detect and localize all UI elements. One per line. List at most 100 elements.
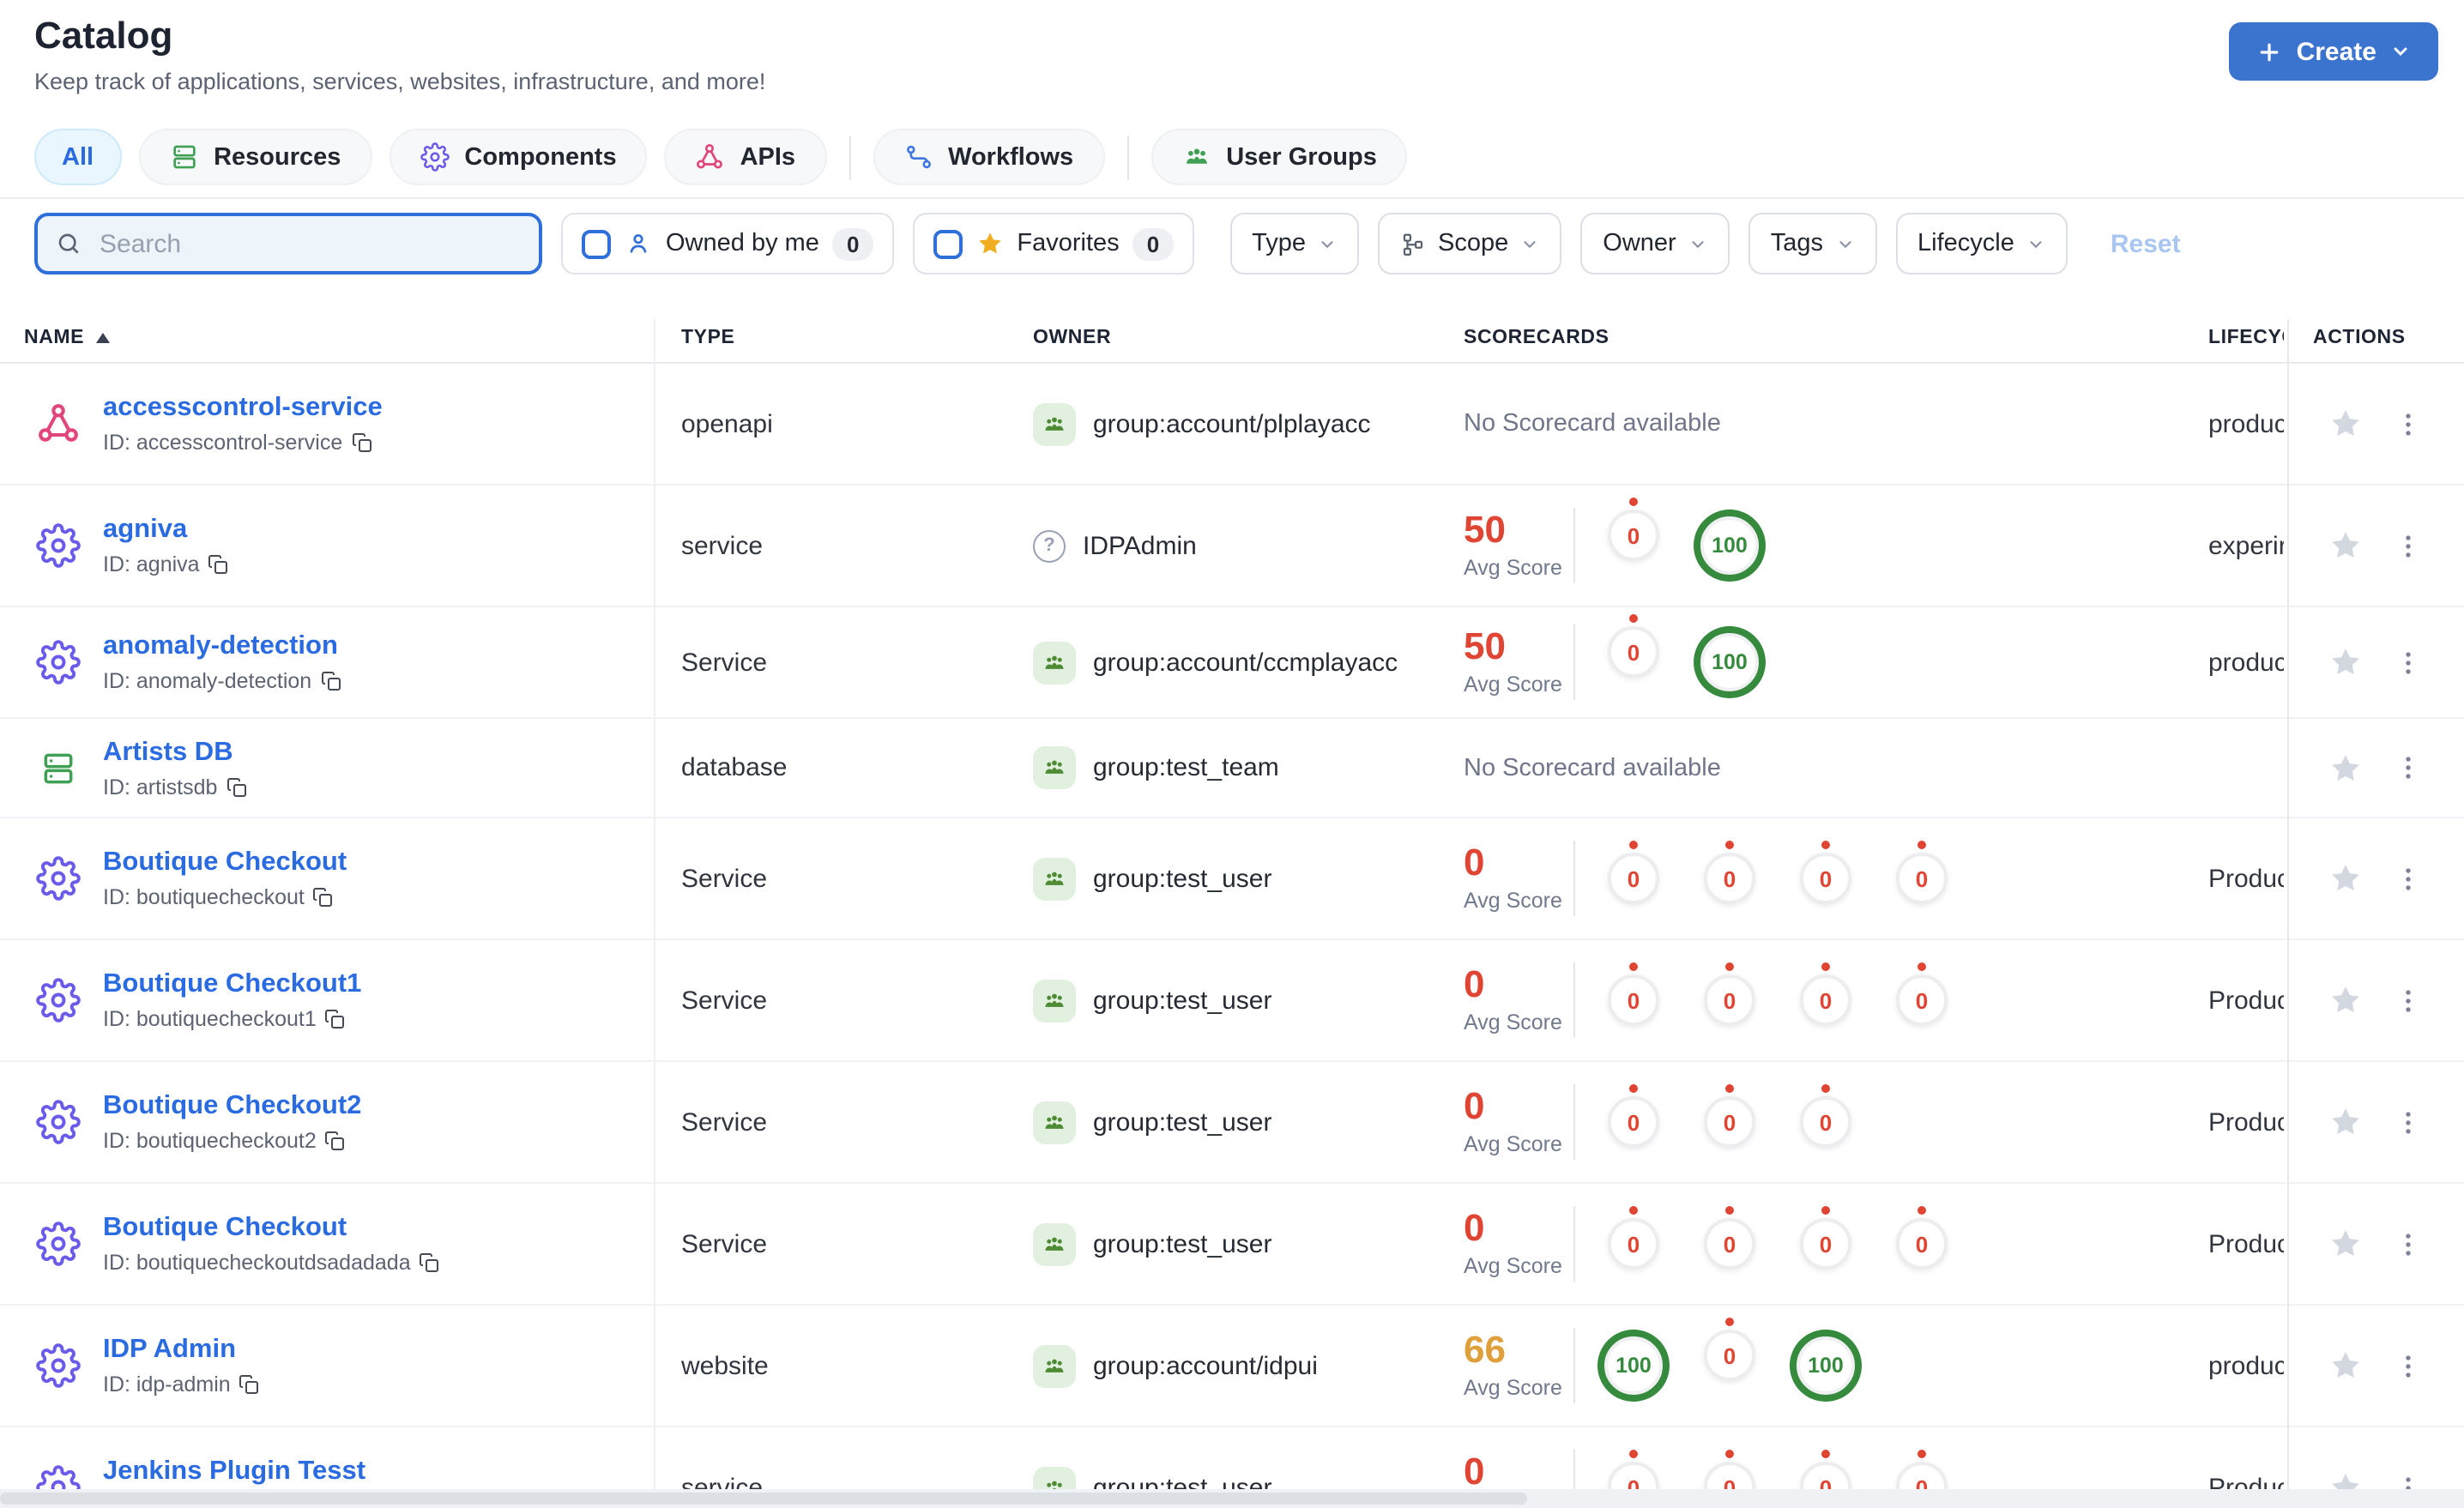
scorecard-circle[interactable]: 0 bbox=[1608, 1084, 1659, 1148]
scorecard-circle[interactable]: 0 bbox=[1896, 1450, 1948, 1489]
favorite-star-icon[interactable] bbox=[2328, 983, 2363, 1017]
owned-by-me-filter[interactable]: Owned by me 0 bbox=[561, 213, 894, 274]
scorecard-circle[interactable]: 0 bbox=[1896, 962, 1948, 1026]
kebab-menu-icon[interactable] bbox=[2394, 531, 2423, 560]
scorecard-circle[interactable]: 0 bbox=[1704, 1084, 1755, 1148]
scorecard-circle[interactable]: 0 bbox=[1800, 1450, 1851, 1489]
favorites-checkbox[interactable] bbox=[933, 229, 963, 258]
entity-name-link[interactable]: agniva bbox=[103, 515, 187, 544]
scorecard-circle[interactable]: 0 bbox=[1800, 1084, 1851, 1148]
favorite-star-icon[interactable] bbox=[2328, 528, 2363, 563]
favorite-star-icon[interactable] bbox=[2328, 861, 2363, 896]
kebab-menu-icon[interactable] bbox=[2394, 648, 2423, 677]
owner-name[interactable]: group:test_user bbox=[1093, 864, 1271, 893]
scorecard-circle[interactable]: 0 bbox=[1608, 962, 1659, 1026]
kebab-menu-icon[interactable] bbox=[2394, 1473, 2423, 1489]
reset-filters-button[interactable]: Reset bbox=[2111, 229, 2181, 258]
entity-name-link[interactable]: Jenkins Plugin Tesst bbox=[103, 1457, 365, 1486]
scorecard-circle[interactable]: 0 bbox=[1800, 841, 1851, 904]
scorecard-circle[interactable]: 0 bbox=[1704, 1318, 1755, 1381]
owner-name[interactable]: group:test_user bbox=[1093, 1107, 1271, 1137]
tab-workflows[interactable]: Workflows bbox=[873, 129, 1105, 185]
owner-name[interactable]: group:account/idpui bbox=[1093, 1351, 1318, 1380]
scorecard-circle[interactable]: 0 bbox=[1608, 1206, 1659, 1270]
scorecard-circle[interactable]: 100 bbox=[1694, 510, 1766, 582]
tags-dropdown[interactable]: Tags bbox=[1748, 213, 1876, 274]
owner-name[interactable]: group:account/ccmplayacc bbox=[1093, 648, 1398, 677]
favorite-star-icon[interactable] bbox=[2328, 1470, 2363, 1489]
favorite-star-icon[interactable] bbox=[2328, 751, 2363, 785]
kebab-menu-icon[interactable] bbox=[2394, 409, 2423, 438]
copy-icon[interactable] bbox=[320, 671, 341, 691]
search-input[interactable] bbox=[96, 227, 522, 260]
scorecard-circle[interactable]: 0 bbox=[1704, 1450, 1755, 1489]
column-header-type[interactable]: TYPE bbox=[681, 328, 735, 348]
favorites-filter[interactable]: Favorites 0 bbox=[912, 213, 1194, 274]
lifecycle-dropdown[interactable]: Lifecycle bbox=[1895, 213, 2068, 274]
scorecard-circle[interactable]: 100 bbox=[1694, 626, 1766, 698]
favorite-star-icon[interactable] bbox=[2328, 407, 2363, 441]
copy-icon[interactable] bbox=[208, 554, 229, 575]
copy-icon[interactable] bbox=[351, 432, 371, 453]
copy-icon[interactable] bbox=[420, 1252, 440, 1273]
copy-icon[interactable] bbox=[325, 1009, 346, 1029]
entity-name-link[interactable]: accesscontrol-service bbox=[103, 393, 383, 422]
copy-icon[interactable] bbox=[313, 887, 334, 908]
kebab-menu-icon[interactable] bbox=[2394, 1229, 2423, 1258]
scorecard-circle[interactable]: 0 bbox=[1896, 841, 1948, 904]
scorecard-circle[interactable]: 100 bbox=[1597, 1330, 1670, 1402]
scorecard-circle[interactable]: 0 bbox=[1896, 1206, 1948, 1270]
entity-name-link[interactable]: Artists DB bbox=[103, 737, 233, 766]
scorecard-circle[interactable]: 0 bbox=[1800, 962, 1851, 1026]
owner-name[interactable]: group:test_user bbox=[1093, 1229, 1271, 1258]
column-header-owner[interactable]: OWNER bbox=[1033, 328, 1111, 348]
copy-icon[interactable] bbox=[239, 1374, 260, 1395]
scorecard-circle[interactable]: 0 bbox=[1608, 498, 1659, 561]
entity-name-link[interactable]: Boutique Checkout bbox=[103, 847, 347, 877]
favorite-star-icon[interactable] bbox=[2328, 645, 2363, 679]
kebab-menu-icon[interactable] bbox=[2394, 864, 2423, 893]
column-header-name[interactable]: NAME bbox=[24, 328, 111, 348]
scorecard-circle[interactable]: 100 bbox=[1790, 1330, 1862, 1402]
column-header-lifecycle[interactable]: LIFECYC bbox=[2208, 328, 2284, 348]
type-dropdown[interactable]: Type bbox=[1229, 213, 1360, 274]
owner-dropdown[interactable]: Owner bbox=[1580, 213, 1730, 274]
owner-name[interactable]: group:test_user bbox=[1093, 1473, 1271, 1489]
copy-icon[interactable] bbox=[226, 776, 246, 797]
scorecard-circle[interactable]: 0 bbox=[1608, 1450, 1659, 1489]
tab-user-groups[interactable]: User Groups bbox=[1150, 129, 1408, 185]
entity-name-link[interactable]: Boutique Checkout2 bbox=[103, 1091, 361, 1120]
tab-components[interactable]: Components bbox=[389, 129, 648, 185]
owner-name[interactable]: group:account/plplayacc bbox=[1093, 409, 1371, 438]
kebab-menu-icon[interactable] bbox=[2394, 1351, 2423, 1380]
favorite-star-icon[interactable] bbox=[2328, 1348, 2363, 1383]
scrollbar-thumb[interactable] bbox=[0, 1493, 1528, 1505]
kebab-menu-icon[interactable] bbox=[2394, 1107, 2423, 1137]
favorite-star-icon[interactable] bbox=[2328, 1105, 2363, 1139]
scorecard-circle[interactable]: 0 bbox=[1608, 841, 1659, 904]
favorite-star-icon[interactable] bbox=[2328, 1227, 2363, 1261]
horizontal-scrollbar[interactable] bbox=[0, 1489, 2464, 1508]
entity-name-link[interactable]: anomaly-detection bbox=[103, 631, 338, 661]
owner-name[interactable]: group:test_team bbox=[1093, 753, 1279, 782]
owner-name[interactable]: group:test_user bbox=[1093, 986, 1271, 1015]
tab-apis[interactable]: APIs bbox=[664, 129, 827, 185]
column-header-scorecards[interactable]: SCORECARDS bbox=[1464, 328, 1609, 348]
scope-dropdown[interactable]: Scope bbox=[1378, 213, 1562, 274]
scorecard-circle[interactable]: 0 bbox=[1608, 614, 1659, 678]
copy-icon[interactable] bbox=[325, 1131, 346, 1151]
scorecard-circle[interactable]: 0 bbox=[1704, 841, 1755, 904]
scorecard-circle[interactable]: 0 bbox=[1800, 1206, 1851, 1270]
entity-name-link[interactable]: IDP Admin bbox=[103, 1335, 236, 1364]
kebab-menu-icon[interactable] bbox=[2394, 753, 2423, 782]
owner-name[interactable]: IDPAdmin bbox=[1083, 531, 1197, 560]
scorecard-circle[interactable]: 0 bbox=[1704, 962, 1755, 1026]
entity-name-link[interactable]: Boutique Checkout1 bbox=[103, 969, 361, 998]
entity-name-link[interactable]: Boutique Checkout bbox=[103, 1213, 347, 1242]
kebab-menu-icon[interactable] bbox=[2394, 986, 2423, 1015]
owned-by-me-checkbox[interactable] bbox=[582, 229, 611, 258]
scorecard-circle[interactable]: 0 bbox=[1704, 1206, 1755, 1270]
tab-all[interactable]: All bbox=[34, 129, 122, 185]
tab-resources[interactable]: Resources bbox=[138, 129, 372, 185]
create-button[interactable]: Create bbox=[2229, 22, 2438, 81]
